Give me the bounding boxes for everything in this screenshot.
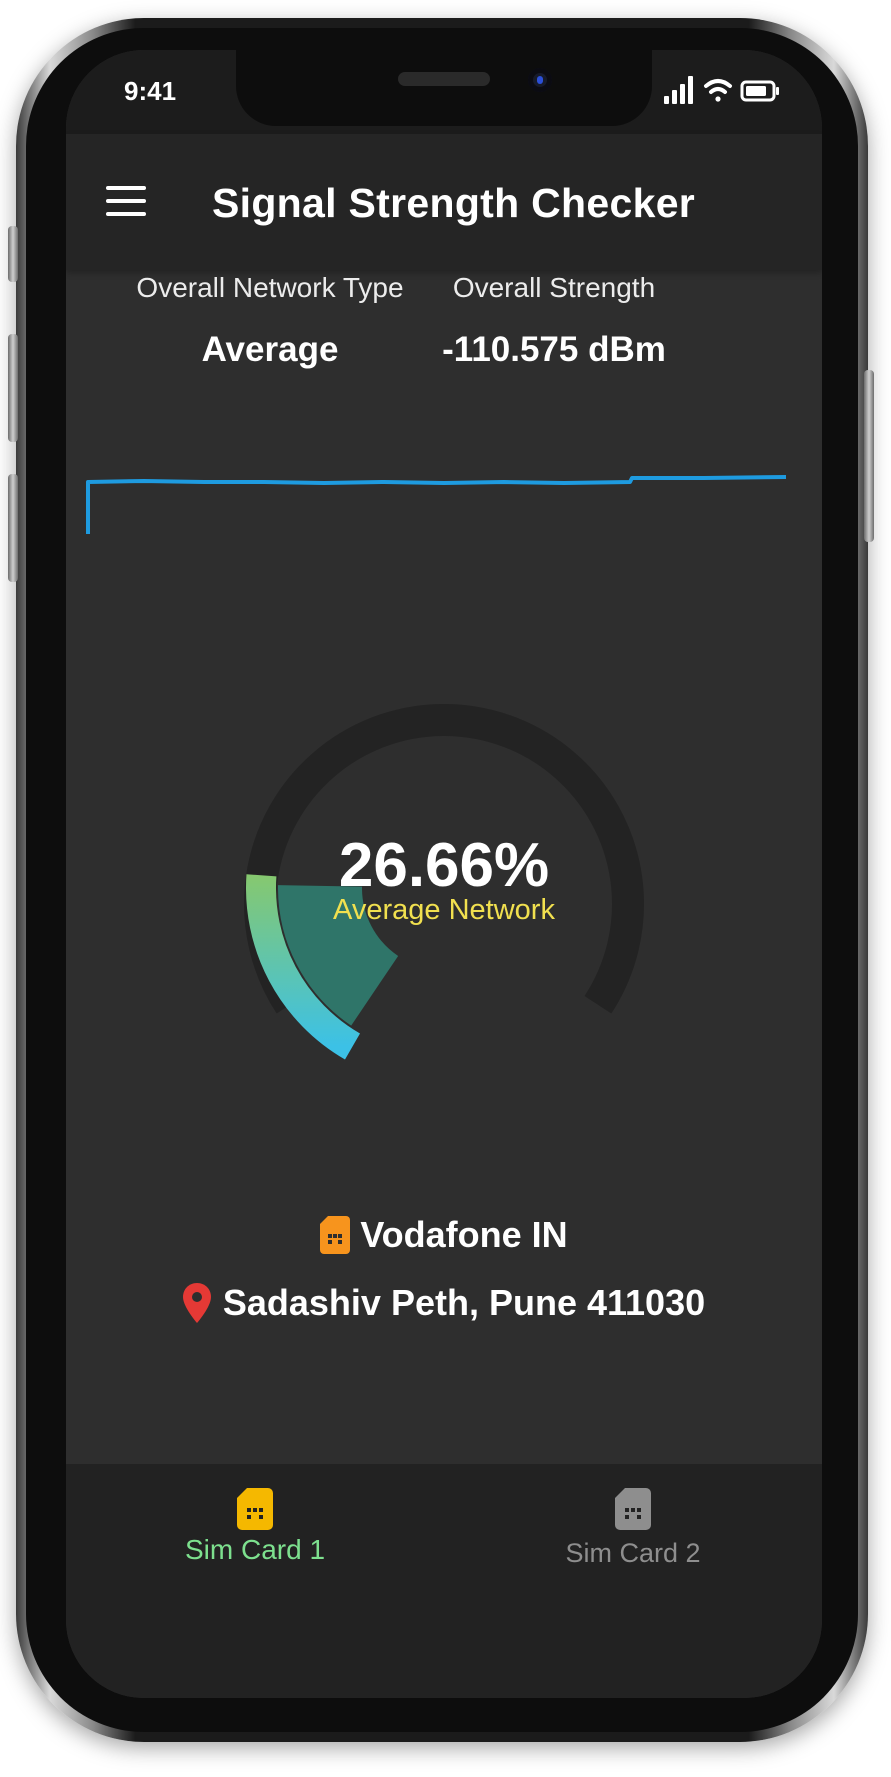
tab-sim-card-2[interactable]: Sim Card 2 [444, 1464, 822, 1574]
status-time: 9:41 [124, 76, 177, 106]
signal-icon [664, 76, 693, 104]
network-type-value: Average [201, 330, 339, 369]
battery-icon [740, 80, 779, 102]
sim-card-1-icon [237, 1488, 273, 1530]
notch [236, 50, 652, 126]
operator-name: Vodafone IN [360, 1214, 568, 1255]
strength-label: Overall Strength [452, 272, 656, 303]
sim-card-2-icon [615, 1488, 651, 1530]
volume-up-button [8, 334, 18, 442]
tab-sim-card-1[interactable]: Sim Card 1 [66, 1464, 444, 1574]
app-screen: 9:41 Signal Strength Checker Overall Net… [66, 50, 822, 1698]
network-type-stat: Overall Network Type Average [132, 272, 408, 370]
gauge-caption: Average Network [333, 894, 555, 926]
network-type-label: Overall Network Type [136, 272, 404, 303]
strength-value: -110.575 dBm [442, 330, 666, 369]
bottom-nav: Sim Card 1 Sim Card 2 [66, 1464, 822, 1698]
signal-history-line [86, 475, 787, 534]
location-pin-icon [182, 1283, 211, 1323]
menu-icon[interactable] [106, 186, 146, 216]
front-camera [528, 68, 552, 92]
tab-sim-card-2-label: Sim Card 2 [565, 1538, 701, 1568]
volume-down-button [8, 474, 18, 582]
sim-card-icon [320, 1216, 351, 1254]
operator-row: Vodafone IN [66, 1210, 822, 1260]
location-row: Sadashiv Peth, Pune 411030 [66, 1278, 822, 1328]
power-button [864, 370, 874, 542]
location-text: Sadashiv Peth, Pune 411030 [222, 1282, 706, 1323]
silent-switch [8, 226, 18, 282]
wifi-icon [704, 79, 732, 102]
strength-stat: Overall Strength -110.575 dBm [434, 272, 674, 370]
signal-history-graph [86, 475, 787, 534]
app-title: Signal Strength Checker [212, 180, 696, 226]
status-icons [664, 76, 779, 104]
tab-sim-card-1-label: Sim Card 1 [184, 1534, 326, 1565]
app-bar: Signal Strength Checker [66, 134, 822, 270]
earpiece-speaker [398, 72, 490, 86]
gauge-percent: 26.66% [338, 831, 550, 900]
